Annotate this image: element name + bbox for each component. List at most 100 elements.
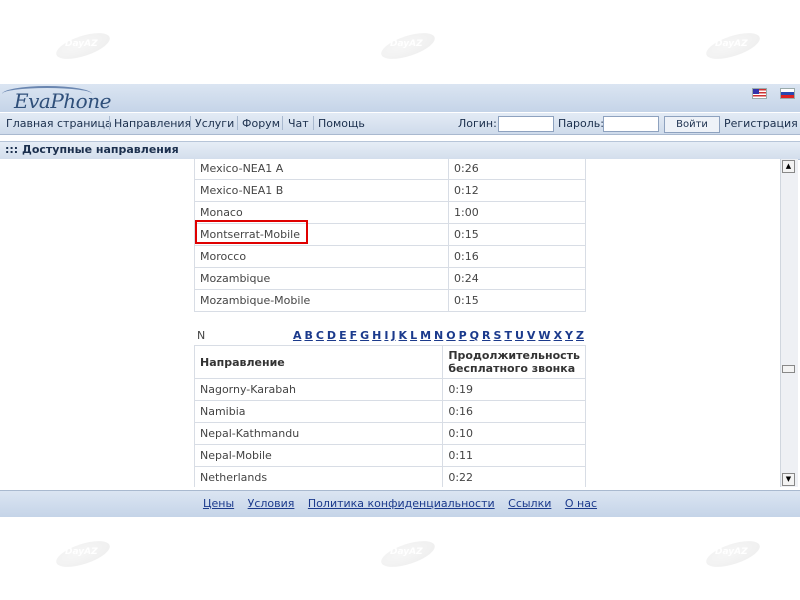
footer-link-about[interactable]: О нас [565, 497, 597, 510]
letter-link-p[interactable]: P [459, 329, 467, 342]
letter-link-t[interactable]: T [504, 329, 512, 342]
duration-cell: 1:00 [448, 201, 586, 224]
letter-link-v[interactable]: V [527, 329, 536, 342]
letter-link-q[interactable]: Q [470, 329, 479, 342]
evaphone-logo[interactable]: EvaPhone [2, 86, 111, 113]
footer-link-links[interactable]: Ссылки [508, 497, 551, 510]
duration-cell: 0:16 [448, 245, 586, 268]
table-row: Nagorny-Karabah 0:19 [193, 378, 586, 401]
direction-cell: Mozambique-Mobile [194, 289, 449, 312]
scroll-thumb[interactable] [782, 365, 795, 373]
register-link[interactable]: Регистрация [724, 117, 798, 130]
watermark-logo: DayAZ [378, 535, 440, 573]
letter-link-a[interactable]: A [293, 329, 302, 342]
highlight-box [195, 220, 308, 244]
letter-link-c[interactable]: C [316, 329, 324, 342]
alphabet-nav: N ABCDEFGHIJKLMNOPQRSTUVWXYZ [194, 329, 586, 345]
directions-content[interactable]: Mexico-NEA1 A 0:26 Mexico-NEA1 B 0:12 Monaco… [0, 159, 780, 487]
nav-help[interactable]: Помощь [318, 117, 365, 130]
letter-link-l[interactable]: L [410, 329, 417, 342]
letter-link-z[interactable]: Z [576, 329, 584, 342]
table-row: Morocco 0:16 [194, 245, 586, 268]
letter-link-m[interactable]: M [420, 329, 431, 342]
direction-cell: Nepal-Kathmandu [193, 422, 444, 445]
duration-cell: 0:11 [442, 444, 586, 467]
letter-link-x[interactable]: X [554, 329, 562, 342]
table-row: Mozambique 0:24 [194, 267, 586, 290]
footer-link-privacy[interactable]: Политика конфиденциальности [308, 497, 495, 510]
letter-link-w[interactable]: W [538, 329, 550, 342]
letter-link-d[interactable]: D [327, 329, 336, 342]
watermark-logo: DayAZ [378, 27, 440, 65]
duration-cell: 0:12 [448, 179, 586, 202]
direction-cell: Nepal-Mobile [193, 444, 444, 467]
footer-links: Цены Условия Политика конфиденциальности… [0, 497, 800, 510]
column-header-duration: Продолжительность бесплатного звонка [442, 345, 586, 379]
scroll-down-arrow-icon[interactable]: ▼ [782, 473, 795, 486]
table-row: Mexico-NEA1 B 0:12 [194, 179, 586, 202]
footer-link-terms[interactable]: Условия [248, 497, 295, 510]
nav-divider [190, 116, 191, 130]
nav-divider [313, 116, 314, 130]
table-row: Namibia 0:16 [193, 400, 586, 423]
letter-link-i[interactable]: I [384, 329, 388, 342]
watermark-logo: DayAZ [53, 535, 115, 573]
password-input[interactable] [603, 116, 659, 132]
watermark-logo: DayAZ [703, 535, 765, 573]
vertical-scrollbar[interactable] [780, 159, 798, 487]
direction-cell: Mexico-NEA1 B [194, 179, 449, 202]
login-input[interactable] [498, 116, 554, 132]
table-row: Nepal-Kathmandu 0:10 [193, 422, 586, 445]
english-flag-icon[interactable] [752, 88, 767, 99]
table-row: Mexico-NEA1 A 0:26 [194, 159, 586, 180]
duration-cell: 0:16 [442, 400, 586, 423]
nav-divider [282, 116, 283, 130]
duration-cell: 0:24 [448, 267, 586, 290]
table-row: Netherlands 0:22 [193, 466, 586, 487]
current-letter: N [197, 329, 206, 342]
table-header-row: Направление Продолжительность бесплатног… [193, 345, 586, 379]
letter-link-g[interactable]: G [360, 329, 369, 342]
nav-chat[interactable]: Чат [288, 117, 309, 130]
direction-cell: Morocco [194, 245, 449, 268]
table-row: Mozambique-Mobile 0:15 [194, 289, 586, 312]
direction-cell: Mexico-NEA1 A [194, 159, 449, 180]
direction-cell: Mozambique [194, 267, 449, 290]
watermark-logo: DayAZ [53, 27, 115, 65]
duration-cell: 0:15 [448, 289, 586, 312]
column-header-direction: Направление [193, 345, 444, 379]
watermark-logo: DayAZ [703, 27, 765, 65]
letter-link-j[interactable]: J [391, 329, 395, 342]
duration-cell: 0:15 [448, 223, 586, 246]
duration-cell: 0:19 [442, 378, 586, 401]
letter-link-y[interactable]: Y [565, 329, 573, 342]
footer-link-prices[interactable]: Цены [203, 497, 234, 510]
letter-link-r[interactable]: R [482, 329, 490, 342]
nav-home[interactable]: Главная страница [6, 117, 112, 130]
letter-link-s[interactable]: S [494, 329, 502, 342]
letter-link-f[interactable]: F [350, 329, 358, 342]
nav-directions[interactable]: Направления [114, 117, 191, 130]
russian-flag-icon[interactable] [780, 88, 795, 99]
password-label: Пароль: [558, 117, 604, 130]
letter-link-b[interactable]: B [304, 329, 312, 342]
letter-link-u[interactable]: U [515, 329, 524, 342]
letter-link-h[interactable]: H [372, 329, 381, 342]
nav-divider [109, 116, 110, 130]
scroll-up-arrow-icon[interactable]: ▲ [782, 160, 795, 173]
login-button[interactable]: Войти [664, 116, 720, 133]
duration-cell: 0:22 [442, 466, 586, 487]
direction-cell: Namibia [193, 400, 444, 423]
duration-cell: 0:26 [448, 159, 586, 180]
login-label: Логин: [458, 117, 497, 130]
nav-services[interactable]: Услуги [195, 117, 234, 130]
site-header [0, 84, 800, 112]
letter-link-k[interactable]: K [399, 329, 408, 342]
letter-link-e[interactable]: E [339, 329, 347, 342]
letter-link-o[interactable]: O [446, 329, 455, 342]
section-title: ::: Доступные направления [5, 143, 179, 156]
letter-link-n[interactable]: N [434, 329, 443, 342]
duration-cell: 0:10 [442, 422, 586, 445]
nav-divider [237, 116, 238, 130]
nav-forum[interactable]: Форум [242, 117, 280, 130]
